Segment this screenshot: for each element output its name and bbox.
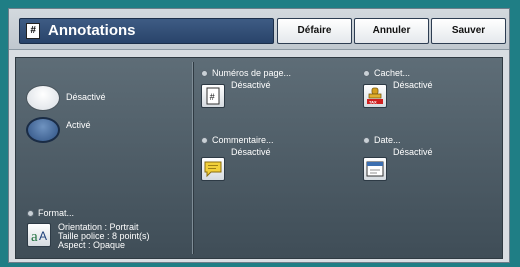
annotations-dialog: # Annotations Défaire Annuler Sauver Dés… [8, 8, 510, 263]
date-button[interactable] [363, 157, 387, 181]
comment-button[interactable] [201, 157, 225, 181]
radio-on[interactable] [26, 117, 60, 143]
date-label: Date... [374, 135, 401, 145]
page-title: Annotations [48, 22, 136, 39]
save-button[interactable]: Sauver [431, 18, 506, 44]
page-number-icon: # [26, 23, 40, 39]
radio-off-label: Désactivé [66, 92, 106, 102]
format-label: Format... [38, 208, 75, 218]
comment-label: Commentaire... [212, 135, 274, 145]
format-button[interactable]: a A [27, 223, 51, 247]
svg-text:TAX: TAX [369, 99, 377, 104]
stamp-value: Désactivé [393, 80, 433, 90]
page-numbers-label: Numéros de page... [212, 68, 292, 78]
page-numbers-bullet-icon [201, 70, 208, 77]
title-box: # Annotations [19, 18, 274, 44]
divider [192, 62, 193, 254]
stamp-button[interactable]: TAX [363, 84, 387, 108]
calendar-window-icon [366, 161, 384, 177]
cancel-button[interactable]: Annuler [354, 18, 429, 44]
svg-text:a: a [31, 229, 38, 245]
stamp-bullet-icon [363, 70, 370, 77]
stamp-icon: TAX [367, 87, 383, 104]
settings-panel: Désactivé Activé Format... a A Orientati… [15, 57, 503, 259]
undo-button[interactable]: Défaire [277, 18, 352, 44]
radio-on-label: Activé [66, 120, 91, 130]
date-bullet-icon [363, 137, 370, 144]
comment-value: Désactivé [231, 147, 271, 157]
date-value: Désactivé [393, 147, 433, 157]
svg-text:A: A [39, 229, 47, 243]
font-format-icon: a A [31, 229, 47, 245]
format-bullet-icon [27, 210, 34, 217]
comment-bubble-icon [204, 161, 222, 178]
page-numbers-value: Désactivé [231, 80, 271, 90]
format-aspect: Aspect : Opaque [58, 240, 126, 250]
stamp-label: Cachet... [374, 68, 411, 78]
page-number-icon: # [206, 87, 220, 105]
title-bar: # Annotations Défaire Annuler Sauver [9, 9, 509, 50]
radio-off[interactable] [26, 85, 60, 111]
comment-bullet-icon [201, 137, 208, 144]
page-numbers-button[interactable]: # [201, 84, 225, 108]
